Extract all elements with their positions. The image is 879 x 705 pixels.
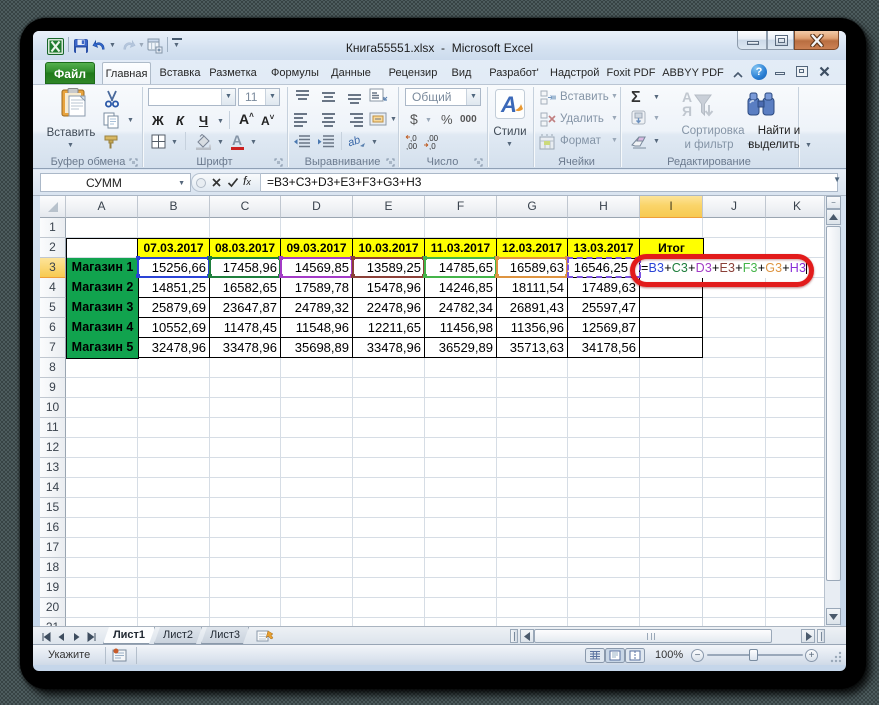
svg-text:ab: ab [348,134,362,149]
svg-text:,0: ,0 [429,142,436,150]
svg-text:Я: Я [682,103,692,119]
svg-text:A: A [500,92,517,117]
svg-text:,00: ,00 [406,142,418,150]
